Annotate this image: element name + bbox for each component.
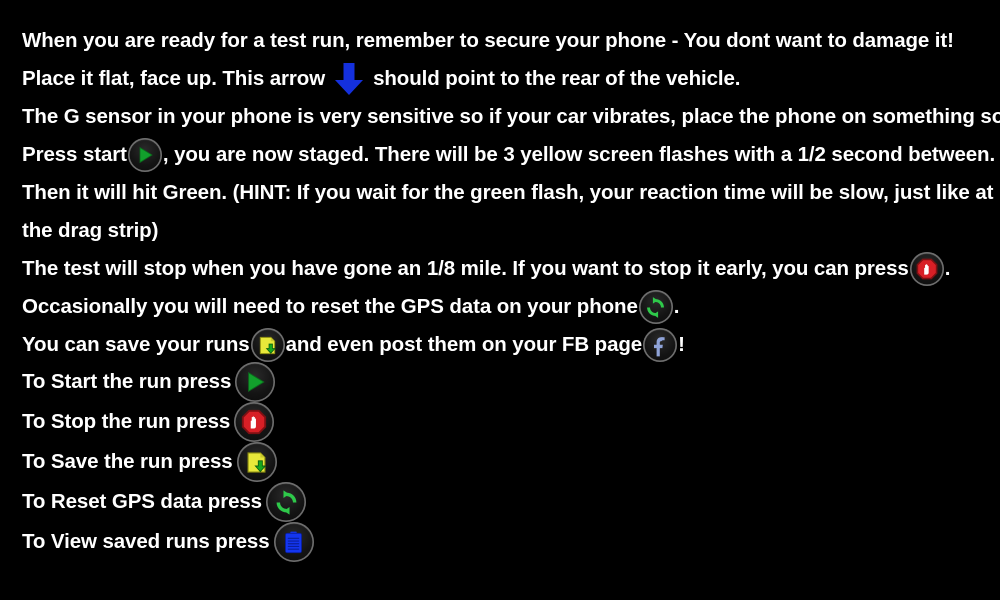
instruction-text: When you are ready for a test run, remem… <box>22 29 954 52</box>
legend-label: To Stop the run press <box>22 410 231 433</box>
instruction-text: You can save your runs <box>22 333 250 356</box>
reset-refresh-icon[interactable] <box>638 290 673 324</box>
legend-row-save: To Save the run press <box>22 442 622 482</box>
instruction-text: The G sensor in your phone is very sensi… <box>22 105 1000 128</box>
arrow-down-icon <box>331 61 367 97</box>
instruction-text: the drag strip) <box>22 219 159 242</box>
instruction-line-9: You can save your runs and even post the… <box>22 326 1000 364</box>
stop-hand-icon[interactable] <box>909 252 944 286</box>
instructions-paragraph: When you are ready for a test run, remem… <box>22 22 1000 364</box>
legend-row-reset: To Reset GPS data press <box>22 482 622 522</box>
instruction-line-3: The G sensor in your phone is very sensi… <box>22 98 1000 136</box>
instruction-text: . <box>673 295 680 318</box>
stop-hand-icon[interactable] <box>234 402 275 442</box>
facebook-icon[interactable] <box>643 328 678 362</box>
instruction-text: . <box>944 257 951 280</box>
save-download-icon[interactable] <box>250 328 285 362</box>
instruction-screen: When you are ready for a test run, remem… <box>0 0 1000 600</box>
start-play-icon[interactable] <box>235 362 276 402</box>
instruction-text: The test will stop when you have gone an… <box>22 257 909 280</box>
instruction-line-7: The test will stop when you have gone an… <box>22 250 1000 288</box>
legend-label: To Start the run press <box>22 370 232 393</box>
instruction-line-6: the drag strip) <box>22 212 1000 250</box>
instruction-line-4: Press start , you are now staged. There … <box>22 136 1000 174</box>
legend-row-stop: To Stop the run press <box>22 402 622 442</box>
instruction-line-2: Place it flat, face up. This arrow shoul… <box>22 60 1000 98</box>
clipboard-view-icon[interactable] <box>273 522 314 562</box>
instruction-text: Place it flat, face up. This arrow <box>22 67 326 90</box>
instruction-text: should point to the rear of the vehicle. <box>373 67 741 90</box>
button-legend: To Start the run press To Stop the run p… <box>22 362 622 562</box>
instruction-text: and even post them on your FB page <box>285 333 643 356</box>
instruction-text: ! <box>678 333 685 356</box>
instruction-line-8: Occasionally you will need to reset the … <box>22 288 1000 326</box>
instruction-line-5: Then it will hit Green. (HINT: If you wa… <box>22 174 1000 212</box>
instruction-line-1: When you are ready for a test run, remem… <box>22 22 1000 60</box>
instruction-text: , you are now staged. There will be 3 ye… <box>162 143 996 166</box>
reset-refresh-icon[interactable] <box>266 482 306 522</box>
instruction-text: Then it will hit Green. (HINT: If you wa… <box>22 181 994 204</box>
legend-row-start: To Start the run press <box>22 362 622 402</box>
legend-label: To View saved runs press <box>22 530 270 553</box>
legend-row-view: To View saved runs press <box>22 522 622 562</box>
save-download-icon[interactable] <box>236 442 277 482</box>
instruction-text: Press start <box>22 143 127 166</box>
instruction-text: Occasionally you will need to reset the … <box>22 295 638 318</box>
legend-label: To Save the run press <box>22 450 233 473</box>
start-play-icon[interactable] <box>127 138 162 172</box>
legend-label: To Reset GPS data press <box>22 490 262 513</box>
